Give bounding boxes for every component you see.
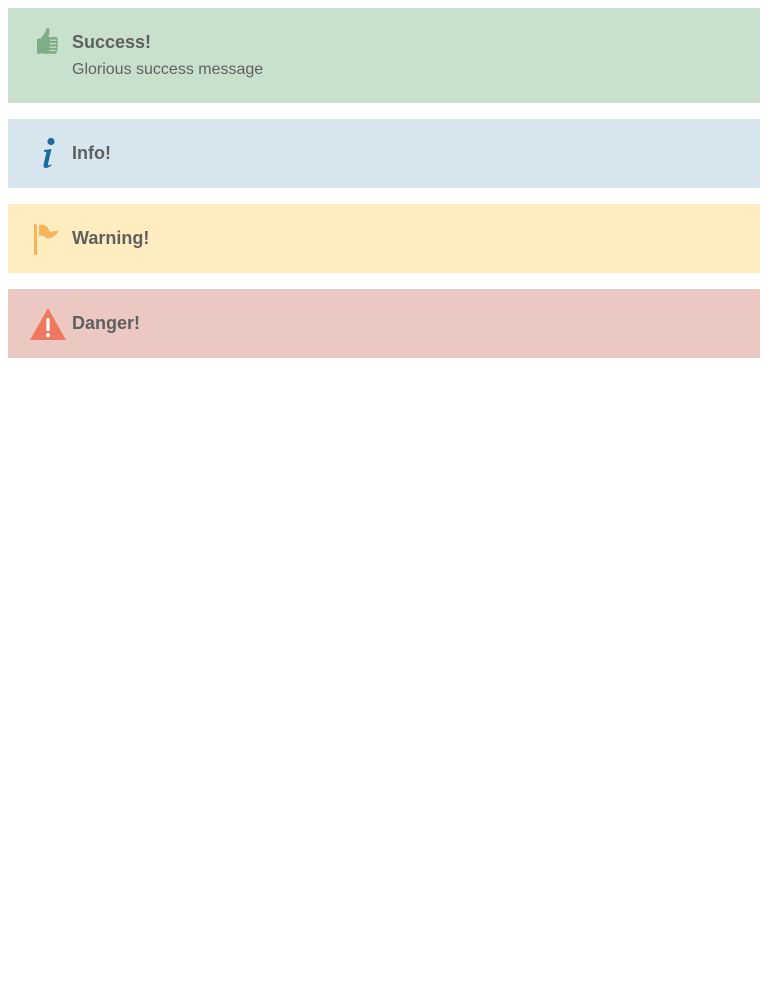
- info-icon: [28, 119, 68, 188]
- alert-title: Danger!: [72, 313, 141, 333]
- alert-info: Info!: [8, 119, 760, 188]
- warning-triangle-icon: [28, 289, 68, 358]
- alert-message: Glorious success message: [72, 61, 264, 78]
- alert-danger: Danger!: [8, 289, 760, 358]
- alerts-container: Success! Glorious success message Info! …: [0, 0, 768, 358]
- alert-success: Success! Glorious success message: [8, 8, 760, 103]
- alert-title: Info!: [72, 143, 111, 163]
- alert-title: Warning!: [72, 228, 150, 248]
- flag-icon: [28, 204, 68, 273]
- thumbs-up-icon: [28, 8, 68, 103]
- alert-warning: Warning!: [8, 204, 760, 273]
- alert-title: Success!: [72, 32, 152, 52]
